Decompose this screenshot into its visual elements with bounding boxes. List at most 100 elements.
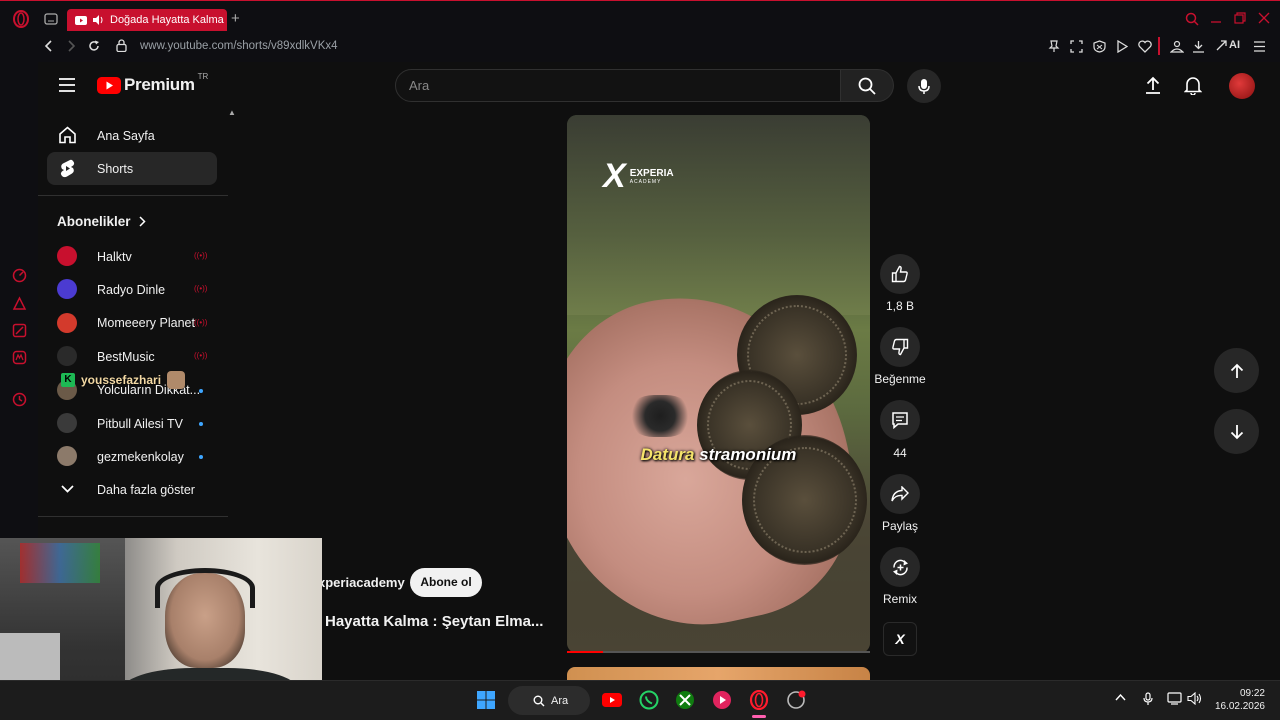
- sidebar-item-home[interactable]: Ana Sayfa: [47, 119, 217, 152]
- ai-button[interactable]: AI: [1216, 39, 1240, 51]
- reload-icon[interactable]: [88, 40, 100, 52]
- tab-switcher-icon[interactable]: [44, 13, 58, 25]
- tray-network-icon[interactable]: [1167, 692, 1182, 705]
- previous-short-button[interactable]: [1214, 348, 1259, 393]
- channel-avatar: [57, 413, 77, 433]
- messenger-icon[interactable]: [12, 350, 27, 365]
- opera-taskbar-icon[interactable]: [748, 689, 770, 711]
- speed-dial-icon[interactable]: [12, 268, 27, 283]
- subscription-name: Momeeery Planet: [97, 316, 195, 331]
- sound-thumbnail[interactable]: X: [883, 622, 917, 656]
- workspace-icon[interactable]: [12, 323, 27, 338]
- video-title[interactable]: Hayatta Kalma : Şeytan Elma...: [325, 613, 543, 630]
- restore-icon[interactable]: [1234, 12, 1246, 24]
- wallet-icon[interactable]: [1170, 40, 1184, 53]
- active-tab[interactable]: Doğada Hayatta Kalma: [67, 9, 227, 31]
- share-icon: [891, 486, 909, 502]
- xbox-icon[interactable]: [674, 689, 696, 711]
- address-bar[interactable]: www.youtube.com/shorts/v89xdlkVKx4: [140, 40, 338, 52]
- channel-avatar: [57, 246, 77, 266]
- opera-logo-icon[interactable]: [12, 10, 30, 28]
- sidebar-item-shorts[interactable]: Shorts: [47, 152, 217, 185]
- subscription-item[interactable]: BestMusic ((•)): [47, 340, 217, 373]
- history-icon[interactable]: [12, 392, 27, 407]
- like-button[interactable]: [880, 254, 920, 294]
- tray-volume-icon[interactable]: [1187, 692, 1202, 705]
- youtube-app-icon[interactable]: [601, 689, 623, 711]
- next-short-button[interactable]: [1214, 409, 1259, 454]
- taskbar-search[interactable]: Ara: [508, 686, 590, 715]
- next-short-preview[interactable]: [567, 667, 870, 680]
- youtube-premium-logo[interactable]: Premium TR: [97, 71, 209, 95]
- youtube-tab-icon: [75, 15, 87, 25]
- media-player-icon[interactable]: [711, 689, 733, 711]
- show-more-button[interactable]: Daha fazla göster: [47, 473, 217, 506]
- share-button[interactable]: [880, 474, 920, 514]
- sidebar-item-label: Ana Sayfa: [97, 128, 155, 143]
- guide-menu-icon[interactable]: [59, 78, 75, 92]
- subscriptions-header-label: Abonelikler: [57, 214, 131, 229]
- search-input[interactable]: Ara: [395, 69, 841, 102]
- snapshot-icon[interactable]: [1070, 40, 1083, 53]
- search-button[interactable]: [841, 69, 894, 102]
- sidebar-item-label: Shorts: [97, 161, 134, 176]
- experia-x-logo: X: [603, 157, 626, 195]
- datura-seeds: [629, 395, 691, 437]
- speaker-icon[interactable]: [93, 15, 104, 25]
- windows-start-icon[interactable]: [475, 689, 497, 711]
- new-content-dot: [199, 422, 203, 426]
- webcam-monitor: [0, 633, 60, 683]
- comment-icon: [891, 411, 909, 429]
- scroll-up-icon[interactable]: ▲: [228, 108, 236, 117]
- youtube-logo-icon: [97, 76, 121, 94]
- pin-icon[interactable]: [1048, 40, 1060, 53]
- chevron-down-icon: [61, 485, 74, 493]
- tray-clock[interactable]: 09:22 16.02.2026: [1207, 687, 1265, 713]
- browser-top-bar: Doğada Hayatta Kalma + www.youtube.com/s…: [0, 0, 1280, 62]
- subscription-item[interactable]: Halktv ((•)): [47, 240, 217, 273]
- lock-icon[interactable]: [116, 39, 127, 52]
- shorts-video-player[interactable]: X EXPERIA ACADEMY Datura stramonium: [567, 115, 870, 653]
- tray-chevron-up-icon[interactable]: [1115, 694, 1126, 701]
- webcam-headset: [155, 568, 255, 608]
- comments-button[interactable]: [880, 400, 920, 440]
- subscription-name: BestMusic: [97, 349, 155, 364]
- subscribe-button[interactable]: Abone ol: [410, 568, 482, 597]
- region-code: TR: [197, 71, 209, 81]
- opera-gx-icon[interactable]: [785, 689, 807, 711]
- subscriptions-header[interactable]: Abonelikler: [57, 214, 146, 229]
- subscription-item[interactable]: gezmekenkolay: [47, 440, 217, 473]
- subscription-item[interactable]: Pitbull Ailesi TV: [47, 407, 217, 440]
- channel-name[interactable]: xperiacademy: [318, 575, 405, 590]
- forward-icon[interactable]: [66, 40, 76, 52]
- notifications-bell-icon[interactable]: [1184, 76, 1202, 95]
- dislike-button[interactable]: [880, 327, 920, 367]
- video-progress-bar[interactable]: [567, 651, 870, 653]
- play-icon[interactable]: [1116, 40, 1128, 53]
- kick-icon: K: [61, 373, 75, 387]
- back-icon[interactable]: [44, 40, 54, 52]
- aria-sidebar-icon[interactable]: [12, 296, 27, 311]
- search-tabs-icon[interactable]: [1185, 12, 1199, 26]
- download-icon[interactable]: [1192, 40, 1205, 53]
- remix-button[interactable]: [880, 547, 920, 587]
- channel-avatar: [57, 446, 77, 467]
- vpn-shield-icon[interactable]: [1093, 40, 1106, 53]
- account-avatar[interactable]: [1229, 73, 1255, 99]
- tray-microphone-icon[interactable]: [1143, 692, 1153, 706]
- whatsapp-icon[interactable]: [638, 689, 660, 711]
- channel-avatar: [57, 279, 77, 300]
- heart-icon[interactable]: [1138, 40, 1152, 53]
- close-icon[interactable]: [1258, 12, 1270, 24]
- live-indicator-icon: ((•)): [194, 317, 208, 327]
- subscription-item[interactable]: Radyo Dinle ((•)): [47, 273, 217, 306]
- menu-icon[interactable]: [1253, 41, 1266, 52]
- upload-icon[interactable]: [1144, 76, 1162, 94]
- video-progress-fill: [567, 651, 604, 653]
- comment-count: 44: [893, 446, 907, 460]
- voice-search-button[interactable]: [907, 69, 941, 103]
- new-tab-button[interactable]: +: [231, 10, 240, 27]
- subscription-item[interactable]: Momeeery Planet ((•)): [47, 307, 217, 340]
- like-count: 1,8 B: [885, 299, 915, 313]
- minimize-icon[interactable]: [1210, 12, 1222, 24]
